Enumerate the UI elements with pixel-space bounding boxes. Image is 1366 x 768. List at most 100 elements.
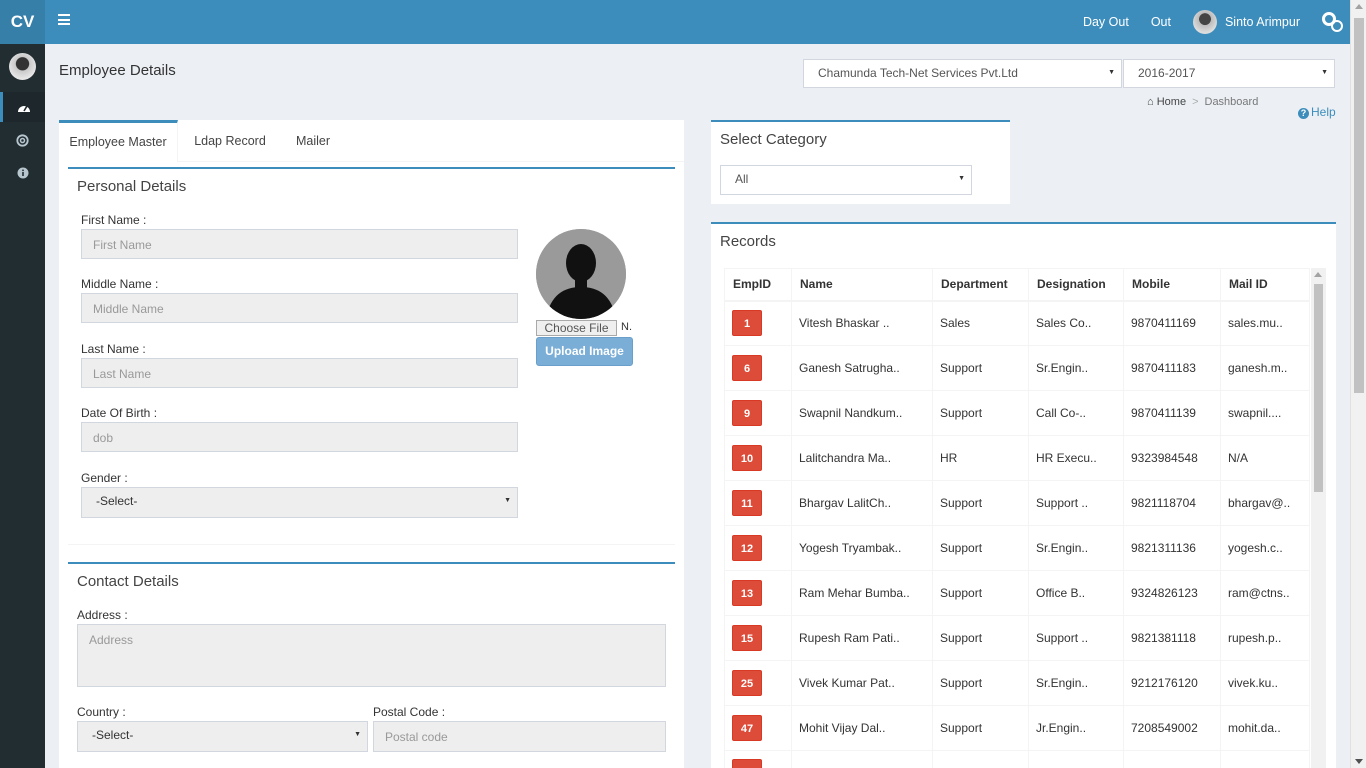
- mail-cell: arvind.d..: [1220, 750, 1310, 768]
- mail-cell: swapnil....: [1220, 390, 1310, 436]
- first-name-input[interactable]: First Name: [81, 229, 518, 259]
- empid-button[interactable]: 11: [732, 490, 762, 516]
- empid-button[interactable]: 12: [732, 535, 762, 561]
- sidebar-item-support[interactable]: [0, 125, 45, 155]
- column-header[interactable]: Designation: [1028, 268, 1124, 302]
- empid-button[interactable]: 47: [732, 715, 762, 741]
- empid-button[interactable]: [732, 758, 762, 768]
- address-textarea[interactable]: Address: [77, 624, 666, 687]
- column-header[interactable]: Mobile: [1123, 268, 1221, 302]
- empid-button[interactable]: 13: [732, 580, 762, 606]
- user-name: Sinto Arimpur: [1224, 15, 1300, 29]
- empid-button[interactable]: 15: [732, 625, 762, 651]
- table-row[interactable]: 47 Mohit Vijay Dal.. Support Jr.Engin.. 7208…: [724, 705, 1310, 751]
- postal-code-input[interactable]: Postal code: [373, 721, 666, 752]
- tab-employee-master[interactable]: Employee Master: [59, 120, 178, 162]
- records-scrollbar[interactable]: [1311, 268, 1326, 768]
- user-menu[interactable]: Sinto Arimpur: [1192, 10, 1300, 34]
- hamburger-menu-icon[interactable]: [58, 14, 70, 25]
- records-title: Records: [720, 233, 776, 250]
- table-row[interactable]: Arvind . DigeSupportJr.Engin..8879582362…: [724, 750, 1310, 768]
- top-navbar: CV Day Out Out Sinto Arimpur: [0, 0, 1350, 44]
- column-header[interactable]: Name: [791, 268, 933, 302]
- sidebar-item-dashboard[interactable]: [0, 92, 45, 122]
- mail-cell: vivek.ku..: [1220, 660, 1310, 706]
- column-header[interactable]: EmpID: [724, 268, 792, 302]
- last-name-input[interactable]: Last Name: [81, 358, 518, 388]
- middle-name-input[interactable]: Middle Name: [81, 293, 518, 323]
- table-row[interactable]: 10 Lalitchandra Ma.. HR HR Execu.. 932398454…: [724, 435, 1310, 481]
- help-link[interactable]: ? Help: [1298, 105, 1336, 119]
- table-row[interactable]: 11 Bhargav LalitCh.. Support Support .. 9821…: [724, 480, 1310, 526]
- column-header[interactable]: Department: [932, 268, 1029, 302]
- page-title: Employee Details: [59, 62, 176, 79]
- day-out-link[interactable]: Day Out: [1083, 15, 1129, 29]
- department-cell: Support: [932, 525, 1029, 571]
- gender-select[interactable]: -Select-: [81, 487, 518, 518]
- table-row[interactable]: 12 Yogesh Tryambak.. Support Sr.Engin.. 9821…: [724, 525, 1310, 571]
- name-cell: Rupesh Ram Pati..: [791, 615, 933, 661]
- upload-image-button[interactable]: Upload Image: [536, 337, 633, 366]
- designation-cell: Support ..: [1028, 480, 1124, 526]
- mail-cell: yogesh.c..: [1220, 525, 1310, 571]
- mail-cell: mohit.da..: [1220, 705, 1310, 751]
- empid-cell: 1: [724, 300, 792, 346]
- profile-photo: [536, 229, 626, 319]
- mobile-cell: 9821118704: [1123, 480, 1221, 526]
- designation-cell: Jr.Engin..: [1028, 705, 1124, 751]
- settings-gears-icon[interactable]: [1322, 12, 1343, 32]
- dob-label: Date Of Birth :: [81, 406, 158, 420]
- designation-cell: Jr.Engin..: [1028, 750, 1124, 768]
- mobile-cell: 9870411183: [1123, 345, 1221, 391]
- empid-cell: 6: [724, 345, 792, 391]
- mobile-cell: 9870411139: [1123, 390, 1221, 436]
- name-cell: Swapnil Nandkum..: [791, 390, 933, 436]
- empid-cell: 25: [724, 660, 792, 706]
- category-select[interactable]: All: [720, 165, 972, 195]
- logo[interactable]: CV: [0, 0, 45, 44]
- table-row[interactable]: 13 Ram Mehar Bumba.. Support Office B.. 9324…: [724, 570, 1310, 616]
- empid-button[interactable]: 25: [732, 670, 762, 696]
- mobile-cell: 8879582362: [1123, 750, 1221, 768]
- table-row[interactable]: 25 Vivek Kumar Pat.. Support Sr.Engin.. 9212…: [724, 660, 1310, 706]
- breadcrumb-current: Dashboard: [1204, 96, 1259, 108]
- mobile-cell: 9821381118: [1123, 615, 1221, 661]
- info-icon: [17, 167, 28, 179]
- year-select[interactable]: 2016-2017: [1123, 59, 1335, 88]
- empid-button[interactable]: 9: [732, 400, 762, 426]
- designation-cell: Office B..: [1028, 570, 1124, 616]
- table-row[interactable]: 15 Rupesh Ram Pati.. Support Support .. 9821…: [724, 615, 1310, 661]
- company-select[interactable]: Chamunda Tech-Net Services Pvt.Ltd: [803, 59, 1122, 88]
- department-cell: Support: [932, 345, 1029, 391]
- middle-name-label: Middle Name :: [81, 277, 159, 291]
- column-header[interactable]: Mail ID: [1220, 268, 1310, 302]
- breadcrumb-home[interactable]: Home: [1157, 96, 1186, 108]
- name-cell: Bhargav LalitCh..: [791, 480, 933, 526]
- designation-cell: Sales Co..: [1028, 300, 1124, 346]
- dob-input[interactable]: dob: [81, 422, 518, 452]
- country-select[interactable]: -Select-: [77, 721, 368, 752]
- mail-cell: ram@ctns..: [1220, 570, 1310, 616]
- sidebar-item-info[interactable]: [0, 158, 45, 188]
- empid-button[interactable]: 1: [732, 310, 762, 337]
- personal-details-title: Personal Details: [77, 178, 187, 195]
- empid-button[interactable]: 6: [732, 355, 762, 381]
- mobile-cell: 9212176120: [1123, 660, 1221, 706]
- tab-mailer[interactable]: Mailer: [283, 120, 343, 162]
- tab-ldap-record[interactable]: Ldap Record: [184, 120, 276, 162]
- page-scrollbar[interactable]: [1350, 0, 1366, 768]
- name-cell: Yogesh Tryambak..: [791, 525, 933, 571]
- help-label: Help: [1311, 105, 1336, 119]
- table-row[interactable]: 1 Vitesh Bhaskar .. Sales Sales Co.. 9870411…: [724, 300, 1310, 346]
- designation-cell: Support ..: [1028, 615, 1124, 661]
- department-cell: HR: [932, 435, 1029, 481]
- department-cell: Support: [932, 390, 1029, 436]
- out-link[interactable]: Out: [1151, 15, 1171, 29]
- table-row[interactable]: 9 Swapnil Nandkum.. Support Call Co-.. 98704…: [724, 390, 1310, 436]
- choose-file-button[interactable]: Choose File: [536, 320, 617, 336]
- top-nav-menu: Day Out Out Sinto Arimpur: [1061, 0, 1343, 44]
- table-row[interactable]: 6 Ganesh Satrugha.. Support Sr.Engin.. 98704…: [724, 345, 1310, 391]
- user-avatar: [1192, 10, 1217, 34]
- mail-cell: sales.mu..: [1220, 300, 1310, 346]
- empid-button[interactable]: 10: [732, 445, 762, 471]
